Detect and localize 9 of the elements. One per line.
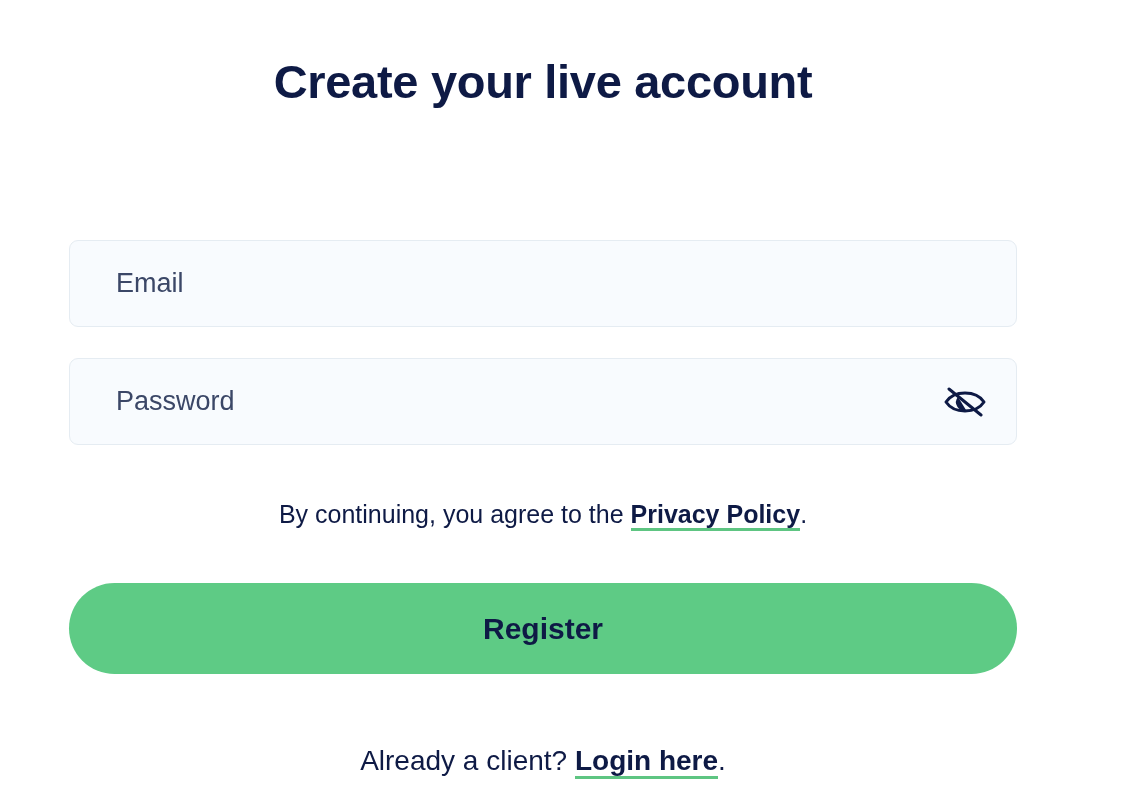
page-title: Create your live account [273,57,813,107]
consent-text: By continuing, you agree to the Privacy Policy. [278,499,808,531]
email-field[interactable]: Email [69,240,1017,327]
login-prompt: Already a client? Login here. [360,745,726,779]
login-link[interactable]: Login here [574,746,719,779]
password-field[interactable]: Password [69,358,1017,445]
privacy-policy-link[interactable]: Privacy Policy [630,501,801,531]
eye-crossed-icon[interactable] [944,387,986,417]
register-button[interactable]: Register [69,583,1017,674]
